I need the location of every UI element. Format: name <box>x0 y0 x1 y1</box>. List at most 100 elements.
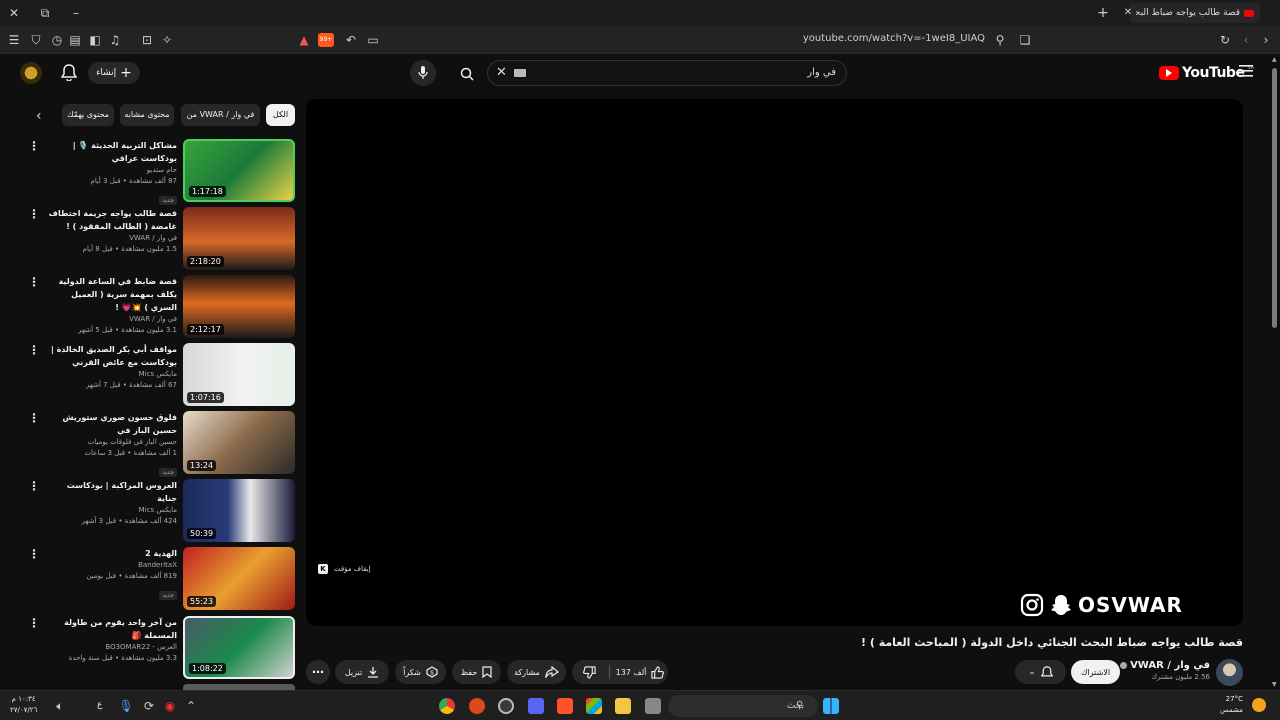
channel-name[interactable]: مايكس Mics <box>45 369 177 380</box>
back-icon[interactable]: ‹ <box>1238 32 1254 48</box>
minimize-window-icon[interactable]: – <box>68 5 84 21</box>
create-button[interactable]: إنشاء + <box>88 62 140 84</box>
more-actions-button[interactable]: ⋯ <box>306 660 330 684</box>
video-thumbnail[interactable]: 1:17:18 <box>183 139 295 202</box>
recommendation-item[interactable]: 55:23 الهدية 2 BanderitaX 819 ألف مشاهدة… <box>28 547 295 611</box>
video-channel-name[interactable]: في وار / VWAR <box>1130 660 1210 671</box>
chip-similar[interactable]: محتوى مشابه <box>120 104 174 126</box>
tab-close-icon[interactable]: ✕ <box>1120 5 1136 21</box>
tabs-icon[interactable]: ▤ <box>67 32 83 48</box>
channel-name[interactable]: حسين الباز في فلوقات يوميات <box>45 437 177 448</box>
subscribed-button[interactable]: الاشتراك <box>1071 660 1120 684</box>
app-settings-icon[interactable] <box>498 698 514 714</box>
clear-search-icon[interactable]: ✕ <box>496 65 507 80</box>
recommendation-item[interactable]: 50:39 العروس المراكبة | بودكاست جناية ما… <box>28 479 295 543</box>
chip-related-to-you[interactable]: محتوى يهمّك <box>62 104 114 126</box>
more-options-icon[interactable]: ⋮ <box>28 480 40 492</box>
recommendation-item[interactable]: 1:07:16 مواقف أبي بكر الصديق الخالدة | ب… <box>28 343 295 407</box>
sidebar-icon[interactable]: ◧ <box>87 32 103 48</box>
scrollbar-thumb[interactable] <box>1272 68 1277 328</box>
recommendation-title[interactable]: العروس المراكبة | بودكاست جناية <box>45 479 177 505</box>
show-hidden-icons-icon[interactable]: ⌃ <box>183 698 199 714</box>
shields-badge[interactable]: 99+ <box>318 33 334 47</box>
video-thumbnail[interactable]: 1:07:16 <box>183 343 295 406</box>
channel-name[interactable]: مايكس Mics <box>45 505 177 516</box>
recommendation-title[interactable]: فلوق حسون صوري ستوريش حسين الباز في <box>45 411 177 437</box>
voice-search-button[interactable] <box>410 60 436 86</box>
channel-name[interactable]: في وار / VWAR <box>45 314 177 325</box>
keyboard-icon[interactable] <box>514 69 526 77</box>
undo-icon[interactable]: ↶ <box>343 32 359 48</box>
more-options-icon[interactable]: ⋮ <box>28 276 40 288</box>
video-thumbnail[interactable]: 2:18:20 <box>183 207 295 270</box>
recommendation-title[interactable]: مشاكل التربية الحديثة 🎙️ | بودكاست عراقي <box>45 139 177 165</box>
music-icon[interactable]: ♫ <box>107 32 123 48</box>
brave-icon[interactable] <box>557 698 573 714</box>
recommendation-item[interactable]: 1:08:22 من آخر واحد يقوم من طاولة المسمل… <box>28 616 295 680</box>
notification-dropdown[interactable]: ⌄ <box>1015 660 1066 684</box>
record-tray-icon[interactable]: ◉ <box>162 698 178 714</box>
thumbs-down-icon[interactable] <box>583 666 596 679</box>
recommendation-item[interactable]: 2:18:20 قصة طالب يواجه جريمة اختطاف غامض… <box>28 207 295 271</box>
recommendation-item[interactable]: 1:17:18 مشاكل التربية الحديثة 🎙️ | بودكا… <box>28 139 295 205</box>
channel-name[interactable]: في وار / VWAR <box>45 233 177 244</box>
recommendation-item[interactable]: 13:24 فلوق حسون صوري ستوريش حسين الباز ف… <box>28 411 295 477</box>
windows-start-icon[interactable] <box>823 698 839 714</box>
more-options-icon[interactable]: ⋮ <box>28 344 40 356</box>
app-red-icon[interactable] <box>469 698 485 714</box>
discord-icon[interactable] <box>528 698 544 714</box>
sync-tray-icon[interactable]: ⟳ <box>141 698 157 714</box>
menu-icon[interactable]: ☰ <box>6 32 22 48</box>
address-bar[interactable]: youtube.com/watch?v=-1weI8_UIAQ <box>803 33 985 44</box>
channel-name[interactable]: العرس - BO3OMAR22 <box>45 642 177 653</box>
extensions-icon[interactable]: ✧ <box>159 32 175 48</box>
task-view-icon[interactable] <box>645 698 661 714</box>
search-input[interactable]: في وار <box>807 67 836 78</box>
video-thumbnail[interactable]: 50:39 <box>183 479 295 542</box>
scroll-up-icon[interactable]: ▲ <box>1272 56 1277 63</box>
thanks-button[interactable]: شكراً $ <box>395 660 446 684</box>
keyboard-language[interactable]: ع <box>97 700 102 710</box>
scroll-down-icon[interactable]: ▼ <box>1272 681 1277 688</box>
store-icon[interactable] <box>586 698 602 714</box>
channel-name[interactable]: BanderitaX <box>45 560 177 571</box>
save-button[interactable]: حفظ <box>452 660 501 684</box>
channel-avatar[interactable] <box>1216 659 1243 686</box>
more-options-icon[interactable]: ⋮ <box>28 617 40 629</box>
search-icon[interactable] <box>460 67 474 81</box>
recommendation-title[interactable]: الهدية 2 <box>45 547 177 560</box>
forward-icon[interactable]: › <box>1258 32 1274 48</box>
close-window-icon[interactable]: ✕ <box>6 5 22 21</box>
video-thumbnail[interactable]: 2:12:17 <box>183 275 295 338</box>
speaker-icon[interactable]: 🔈︎ <box>52 698 68 714</box>
more-options-icon[interactable]: ⋮ <box>28 412 40 424</box>
video-thumbnail[interactable]: 1:08:22 <box>183 616 295 679</box>
page-scrollbar[interactable]: ▲ ▼ <box>1270 54 1280 690</box>
recommendation-title[interactable]: قصة ضابط في الساعة الدولية يكلف بمهمة سر… <box>45 275 177 314</box>
chip-all[interactable]: الكل <box>266 104 295 126</box>
recommendation-title[interactable]: مواقف أبي بكر الصديق الخالدة | بودكاست م… <box>45 343 177 369</box>
recommendation-title[interactable]: من آخر واحد يقوم من طاولة المسملة 🎒 <box>45 616 177 642</box>
bookmark-icon[interactable]: ❏ <box>1017 32 1033 48</box>
more-options-icon[interactable]: ⋮ <box>28 140 40 152</box>
chrome-icon[interactable] <box>439 698 455 714</box>
download-button[interactable]: تنزيل <box>335 660 389 684</box>
more-options-icon[interactable]: ⋮ <box>28 208 40 220</box>
guide-menu-icon[interactable] <box>1239 65 1253 77</box>
channel-name[interactable]: حام ستديو <box>45 165 177 176</box>
file-explorer-icon[interactable] <box>615 698 631 714</box>
chips-scroll-left-icon[interactable]: ‹ <box>36 108 42 124</box>
recommendation-title[interactable]: قصة طالب يواجه جريمة اختطاف غامضة ( الطا… <box>45 207 177 233</box>
cast-icon[interactable]: ▭ <box>365 32 381 48</box>
video-thumbnail[interactable]: 13:24 <box>183 411 295 474</box>
video-thumbnail[interactable]: 55:23 <box>183 547 295 610</box>
restore-window-icon[interactable]: ⧉ <box>37 5 53 21</box>
new-tab-icon[interactable]: + <box>1095 5 1111 21</box>
translate-icon[interactable]: ⚲ <box>992 32 1008 48</box>
weather-widget[interactable]: 27°C مشمس <box>1220 694 1243 716</box>
chip-from-channel[interactable]: من VWAR / في وار <box>181 104 260 126</box>
more-options-icon[interactable]: ⋮ <box>28 548 40 560</box>
like-button[interactable]: 137 ألف <box>612 660 668 684</box>
reload-icon[interactable]: ↻ <box>1217 32 1233 48</box>
mic-tray-icon[interactable]: 🎙︎ <box>118 698 134 714</box>
